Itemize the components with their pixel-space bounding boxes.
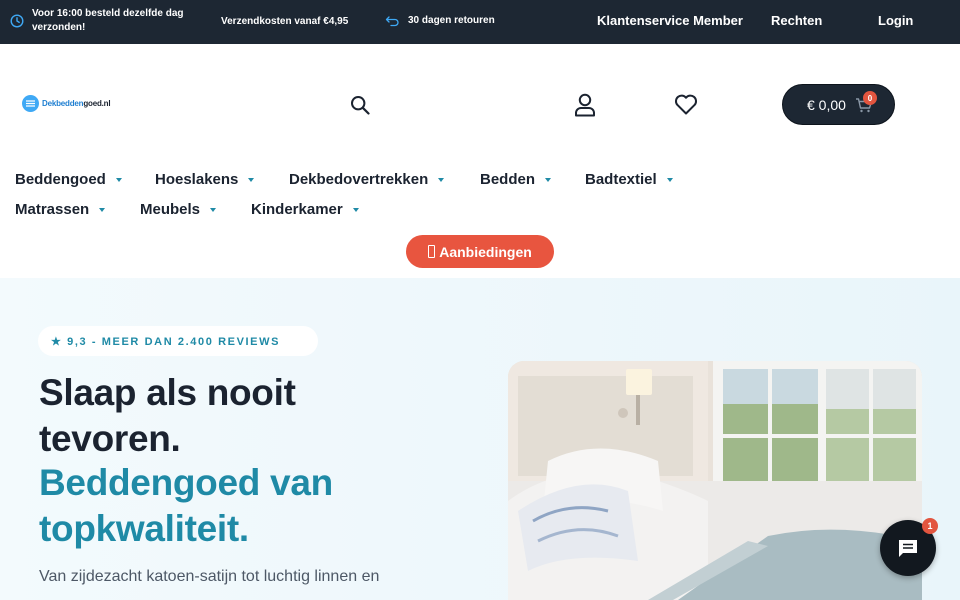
rights-link[interactable]: Rechten [771, 13, 822, 28]
top-bar: Voor 16:00 besteld dezelfde dag verzonde… [0, 0, 960, 44]
reviews-badge: ★ 9,3 - MEER DAN 2.400 REVIEWS [38, 326, 318, 356]
caret-down-icon [210, 207, 217, 212]
chat-unread-badge: 1 [922, 518, 938, 534]
offers-label: Aanbiedingen [439, 243, 532, 260]
usp-delivery-text: Voor 16:00 besteld dezelfde dag verzonde… [32, 8, 184, 33]
nav-item-hoeslakens[interactable]: Hoeslakens [155, 171, 255, 188]
site-logo[interactable]: Dekbeddengoed.nl [22, 95, 111, 112]
nav-item-beddengoed[interactable]: Beddengoed [15, 171, 122, 188]
hero-subtitle: Beddengoed van topkwaliteit. [39, 462, 333, 549]
nav-item-badtextiel[interactable]: Badtextiel [585, 171, 673, 188]
customer-service-link[interactable]: Klantenservice Member [597, 13, 743, 28]
usp-returns-text: 30 dagen retouren [408, 15, 495, 26]
login-link[interactable]: Login [878, 13, 913, 28]
offers-button[interactable]: Aanbiedingen [406, 235, 554, 268]
chat-icon [899, 539, 917, 557]
heart-icon[interactable] [674, 94, 698, 115]
caret-down-icon [545, 177, 552, 182]
nav-item-bedden[interactable]: Bedden [480, 171, 552, 188]
nav-item-dekbedovertrekken[interactable]: Dekbedovertrekken [289, 171, 445, 188]
usp-shipping-text: Verzendkosten vanaf €4,95 [221, 16, 349, 27]
caret-down-icon [352, 207, 359, 212]
usp-shipping: Verzendkosten vanaf €4,95 [221, 15, 348, 29]
caret-down-icon [438, 177, 445, 182]
search-icon[interactable] [350, 95, 370, 115]
caret-down-icon [115, 177, 122, 182]
nav-item-kinderkamer[interactable]: Kinderkamer [251, 201, 359, 218]
nav-item-meubels[interactable]: Meubels [140, 201, 217, 218]
hero-bedroom-image [508, 361, 922, 600]
cart-total: € 0,00 [807, 96, 846, 113]
nav-item-matrassen[interactable]: Matrassen [15, 201, 106, 218]
hero-title: Slaap als nooit tevoren. [39, 372, 296, 459]
tag-icon [428, 245, 436, 258]
clock-icon [10, 14, 24, 28]
logo-text: Dekbeddengoed.nl [42, 99, 111, 108]
caret-down-icon [666, 177, 673, 182]
usp-returns: 30 dagen retouren [385, 14, 495, 28]
cart-button[interactable]: € 0,00 0 [782, 84, 895, 125]
caret-down-icon [248, 177, 255, 182]
logo-mark [22, 95, 39, 112]
usp-delivery: Voor 16:00 besteld dezelfde dag verzonde… [10, 7, 200, 35]
user-icon[interactable] [574, 93, 596, 117]
cart-count-badge: 0 [863, 91, 877, 105]
hero-lead-text: Van zijdezacht katoen-satijn tot luchtig… [39, 568, 380, 585]
return-icon [385, 16, 399, 27]
caret-down-icon [99, 207, 106, 212]
